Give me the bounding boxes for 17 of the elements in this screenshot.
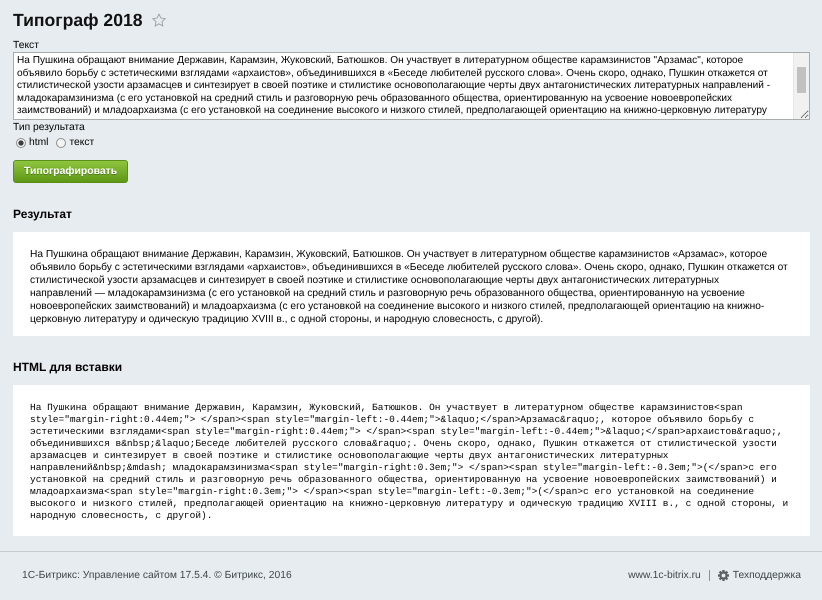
section-heading: Результат xyxy=(13,207,73,221)
support-link[interactable]: Техподдержка xyxy=(732,569,801,582)
page-title: Типограф 2018 xyxy=(13,9,143,31)
result-text: На Пушкина обращают внимание Державин, Карамзин, Жуковский, Батюшков. Он участвует в литературном обществе карамзинистов «Арзамас», которое объявило борьбу с эстетическими взглядами «архаистов», объединившихся в «Беседе любителей русского слова». Очень скоро, однако, Пушкин откажется от стилистической узости арзамасцев и синтезирует в своей поэтике и стилистике основополагающие черты двух антагонистических литературных направлений — младокарамзинизма (с его установкой на средний стиль и разговорную речь образованного общества, ориентированную на усвоение новоевропейских заимствований) и младоархаизма (с его установкой на соединение высокого и низкого стилей, предполагающей ориентацию на книжно-церковную литературу и одическую традицию XVIII в., с одной стороны, и народную словесность, с другой). xyxy=(30,248,789,326)
field-label: Текст xyxy=(13,39,40,52)
footer-copyright: 1С-Битрикс: Управление сайтом 17.5.4. © Битрикс, 2016 xyxy=(22,569,292,582)
section-heading: HTML для вставки xyxy=(13,360,124,374)
radio-label[interactable]: html xyxy=(29,136,48,149)
text-input-field[interactable]: На Пушкина обращают внимание Державин, Карамзин, Жуковский, Батюшков. Он участвует в литературном обществе карамзинистов "Арзамас", которое объявило борьбу с эстетическими взглядами «архаистов», объединившихся в «Беседе любителей русского слова». Очень скоро, однако, Пушкин откажется от стилистической узости арзамасцев и синтезирует в своей поэтике и стилистике основополагающие черты двух антагонистических литературных направлений - младокарамзинизма (с его установкой на средний стиль и разговорную речь образованного общества, ориентированную на усвоение новоевропейских заимствований) и младоархаизма (с его установкой на соединение высокого и низкого стилей, предполагающей ориентацию на книжно-церковную литературу xyxy=(13,52,810,120)
field-label: Тип результата xyxy=(13,121,86,134)
star-icon[interactable] xyxy=(152,13,166,27)
radio-button[interactable] xyxy=(16,138,26,148)
site-link[interactable]: www.1c-bitrix.ru xyxy=(628,569,701,582)
html-code-text: На Пушкина обращают внимание Державин, Карамзин, Жуковский, Батюшков. Он участвует в литературном обществе карамзинистов<span style="margin-right:0.44em;"> </span><span style="margin-left:-0.44em;">&laquo;</span>Арзамас&raquo;, которое объявило борьбу с эстетическими взглядами<span style="margin-right:0.44em;"> </span><span style="margin-left:-0.44em;">&laquo;</span>архаистов&raquo;, объединившихся в&nbsp;&laquo;Беседе любителей русского слова&raquo;. Очень скоро, однако, Пушкин откажется от стилистической узости арзамасцев и синтезирует в своей поэтике и стилистике основополагающие черты двух антагонистических литературных направлений&nbsp;&mdash; младокарамзинизма<span style="margin-right:0.3em;"> </span><span style="margin-left:-0.3em;">(</span>с его установкой на средний стиль и разговорную речь образованного общества, ориентированную на усвоение новоевропейских заимствований) и младоархаизма<span style="margin-right:0.3em;"> </span><span style="margin-left:-0.3em;">(</span>с его установкой на соединение высокого и низкого стилей, предполагающей ориентацию на книжно-церковную литературу и одическую традицию XVIII в., с одной стороны, и народную словесность, с другой). xyxy=(30,402,790,522)
radio-button[interactable] xyxy=(56,138,66,148)
settings-icon xyxy=(718,570,729,581)
radio-label[interactable]: текст xyxy=(69,136,94,149)
